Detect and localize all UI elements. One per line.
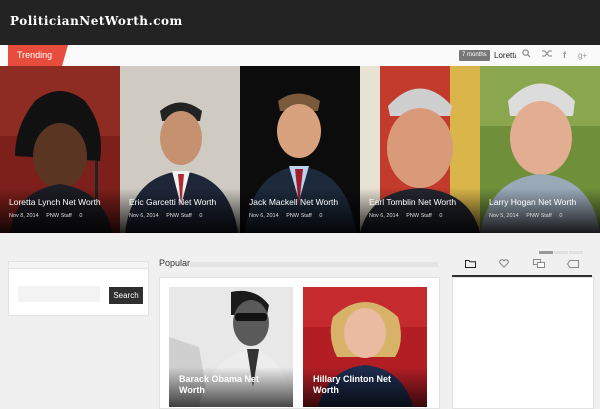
popular-card-barack-obama[interactable]: Barack Obama Net Worth — [169, 287, 293, 407]
slide-comments: 0 — [319, 213, 323, 219]
popular-heading: Popular — [159, 258, 191, 268]
slide-comments: 0 — [199, 213, 203, 219]
slide-date: Nov 6, 2014 — [129, 213, 159, 219]
slide-comments: 0 — [79, 213, 83, 219]
search-icon[interactable] — [520, 49, 533, 62]
trending-bar: Trending 7 months Loretta f g+ — [0, 45, 600, 67]
slide-author: PNW Staff — [526, 213, 552, 219]
heart-icon[interactable] — [495, 258, 513, 272]
sidebar-tabs — [452, 255, 592, 277]
comments-icon[interactable] — [530, 258, 548, 272]
slide-title[interactable]: Earl Tomblin Net Worth — [369, 197, 456, 207]
sidebar-tab-panel — [452, 277, 594, 409]
slide-larry-hogan[interactable]: Larry Hogan Net Worth Nov 5, 2014 PNW St… — [480, 66, 600, 233]
tag-icon[interactable] — [564, 258, 582, 272]
google-plus-icon[interactable]: g+ — [576, 49, 589, 62]
slide-meta: Nov 5, 2014 PNW Staff 0 — [489, 213, 568, 219]
slide-title[interactable]: Loretta Lynch Net Worth — [9, 197, 101, 207]
slide-earl-tomblin[interactable]: Earl Tomblin Net Worth Nov 6, 2014 PNW S… — [360, 66, 480, 233]
slider-dot[interactable] — [539, 251, 553, 254]
slider-dot[interactable] — [554, 251, 568, 254]
search-button[interactable]: Search — [109, 287, 143, 304]
slide-meta: Nov 6, 2014 PNW Staff 0 — [369, 213, 448, 219]
search-widget: Search — [8, 261, 149, 316]
widget-header — [9, 262, 148, 269]
site-logo[interactable]: PoliticianNetWorth.com — [10, 14, 183, 28]
popular-card-hillary-clinton[interactable]: Hillary Clinton Net Worth — [303, 287, 427, 407]
slide-meta: Nov 8, 2014 PNW Staff 0 — [9, 213, 88, 219]
slide-author: PNW Staff — [286, 213, 312, 219]
section-divider — [190, 262, 438, 267]
slider-dot[interactable] — [569, 251, 583, 254]
folder-icon[interactable] — [461, 258, 479, 272]
slide-meta: Nov 6, 2014 PNW Staff 0 — [129, 213, 208, 219]
slide-title[interactable]: Larry Hogan Net Worth — [489, 197, 576, 207]
slide-title[interactable]: Jack Mackell Net Worth — [249, 197, 338, 207]
slide-jack-mackell[interactable]: Jack Mackell Net Worth Nov 6, 2014 PNW S… — [240, 66, 360, 233]
slide-meta: Nov 6, 2014 PNW Staff 0 — [249, 213, 328, 219]
slide-title[interactable]: Eric Garcetti Net Worth — [129, 197, 216, 207]
slide-author: PNW Staff — [406, 213, 432, 219]
slide-date: Nov 6, 2014 — [369, 213, 399, 219]
shuffle-icon[interactable] — [540, 49, 553, 62]
trending-time-badge: 7 months — [459, 50, 490, 61]
slide-loretta-lynch[interactable]: Loretta Lynch Net Worth Nov 8, 2014 PNW … — [0, 66, 120, 233]
trending-item-link[interactable]: Loretta — [494, 45, 516, 66]
slide-author: PNW Staff — [46, 213, 72, 219]
slide-date: Nov 5, 2014 — [489, 213, 519, 219]
slide-date: Nov 8, 2014 — [9, 213, 39, 219]
featured-slider: Loretta Lynch Net Worth Nov 8, 2014 PNW … — [0, 66, 600, 233]
slide-eric-garcetti[interactable]: Eric Garcetti Net Worth Nov 6, 2014 PNW … — [120, 66, 240, 233]
trending-label: Trending — [8, 45, 69, 66]
slide-comments: 0 — [559, 213, 563, 219]
slide-author: PNW Staff — [166, 213, 192, 219]
popular-card-title[interactable]: Barack Obama Net Worth — [179, 374, 279, 396]
popular-card-title[interactable]: Hillary Clinton Net Worth — [313, 374, 413, 396]
search-input[interactable] — [18, 286, 100, 302]
facebook-icon[interactable]: f — [558, 49, 571, 62]
slide-comments: 0 — [439, 213, 443, 219]
slide-date: Nov 6, 2014 — [249, 213, 279, 219]
site-header: PoliticianNetWorth.com — [0, 0, 600, 45]
